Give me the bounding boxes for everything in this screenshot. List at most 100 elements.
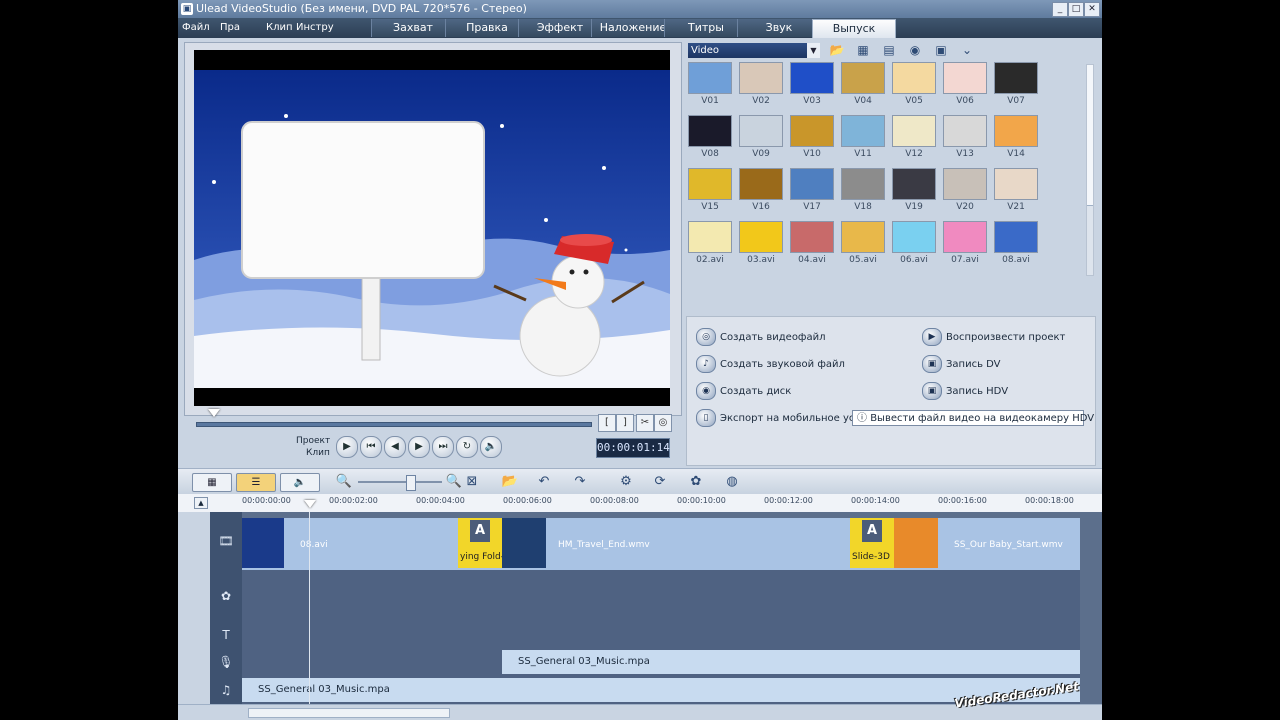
library-thumbnail[interactable]: V04 — [841, 62, 885, 108]
tab-share[interactable]: Выпуск — [812, 19, 896, 38]
library-scrollbar[interactable] — [1086, 64, 1094, 276]
library-thumbnail[interactable]: 08.avi — [994, 221, 1038, 267]
library-thumbnail[interactable]: V10 — [790, 115, 834, 161]
scrub-track[interactable] — [196, 422, 592, 427]
menu-file[interactable]: Файл — [182, 22, 210, 33]
library-category-select[interactable]: Video ▼ — [688, 43, 820, 58]
chevron-down-icon[interactable]: ▼ — [807, 43, 820, 58]
library-options-icon[interactable]: ▣ — [932, 42, 950, 59]
snapshot-button[interactable]: ◎ — [654, 414, 672, 432]
smart-proxy-icon[interactable]: ⚙ — [616, 472, 636, 492]
chapter-point-icon[interactable]: ◍ — [722, 472, 742, 492]
library-thumbnail[interactable]: V09 — [739, 115, 783, 161]
music-track-icon[interactable]: ♫ — [210, 676, 242, 705]
timeline-view-button[interactable]: ☰ — [236, 473, 276, 492]
library-thumbnail[interactable]: V11 — [841, 115, 885, 161]
library-thumbnail[interactable]: V21 — [994, 168, 1038, 214]
library-thumbnail[interactable]: V15 — [688, 168, 732, 214]
tab-effect[interactable]: Эффект — [518, 19, 601, 37]
create-audio-file-option[interactable]: ♪ Создать звуковой файл — [696, 355, 845, 373]
title-track[interactable] — [242, 622, 1080, 649]
record-dv-option[interactable]: ▣ Запись DV — [922, 355, 1001, 373]
library-thumbnail[interactable]: 04.avi — [790, 221, 834, 267]
storyboard-view-button[interactable]: ▦ — [192, 473, 232, 492]
library-thumbnail[interactable]: V16 — [739, 168, 783, 214]
next-frame-button[interactable]: ▶ — [408, 436, 430, 458]
library-scroll-thumb[interactable] — [1087, 65, 1093, 206]
maximize-button[interactable]: □ — [1068, 2, 1084, 17]
library-manager-icon[interactable]: ▦ — [854, 42, 872, 59]
library-thumbnail[interactable]: V12 — [892, 115, 936, 161]
tab-overlay[interactable]: Наложение — [591, 19, 674, 37]
insert-media-icon[interactable]: 📂 — [500, 472, 520, 492]
create-disc-option[interactable]: ◉ Создать диск — [696, 382, 791, 400]
play-button[interactable]: ▶ — [336, 436, 358, 458]
scrub-bar[interactable] — [196, 409, 592, 432]
undo-icon[interactable]: ↶ — [534, 472, 554, 492]
library-thumbnail[interactable]: V19 — [892, 168, 936, 214]
mark-out-button[interactable]: ] — [616, 414, 634, 432]
end-button[interactable]: ⏭ — [432, 436, 454, 458]
tab-audio[interactable]: Звук — [737, 19, 820, 37]
track-manager-icon[interactable]: ✿ — [686, 472, 706, 492]
repeat-button[interactable]: ↻ — [456, 436, 478, 458]
redo-icon[interactable]: ↷ — [570, 472, 590, 492]
voice-track[interactable]: SS_General 03_Music.mpa — [242, 648, 1080, 677]
library-thumbnail[interactable]: V05 — [892, 62, 936, 108]
project-mode-label[interactable]: Проект — [296, 436, 330, 446]
home-button[interactable]: ⏮ — [360, 436, 382, 458]
library-thumbnail[interactable]: V07 — [994, 62, 1038, 108]
library-thumbnail[interactable]: V01 — [688, 62, 732, 108]
video-track-icon[interactable]: 🎞 — [210, 512, 242, 571]
previous-frame-button[interactable]: ◀ — [384, 436, 406, 458]
audio-view-button[interactable]: 🔈 — [280, 473, 320, 492]
video-clip[interactable]: 08.avi — [242, 518, 458, 568]
timeline-scroll-thumb[interactable] — [248, 708, 450, 718]
library-thumbnail[interactable]: V03 — [790, 62, 834, 108]
timecode-display[interactable]: 00:00:01:14 — [596, 438, 670, 458]
library-thumbnail[interactable]: 05.avi — [841, 221, 885, 267]
cut-clip-button[interactable]: ✂ — [636, 414, 654, 432]
library-thumbnail[interactable]: V13 — [943, 115, 987, 161]
create-video-file-option[interactable]: ◎ Создать видеофайл — [696, 328, 826, 346]
tab-title[interactable]: Титры — [664, 19, 747, 37]
timeline-playhead[interactable] — [309, 512, 310, 704]
menu-clip[interactable]: Клип — [266, 22, 293, 33]
mark-in-button[interactable]: [ — [598, 414, 616, 432]
library-thumbnail[interactable]: 07.avi — [943, 221, 987, 267]
tab-edit[interactable]: Правка — [445, 19, 528, 37]
transition-clip[interactable]: A Slide-3D — [850, 518, 894, 568]
library-thumbnail[interactable]: V08 — [688, 115, 732, 161]
close-button[interactable]: ✕ — [1084, 2, 1100, 17]
fit-project-icon[interactable]: ⊠ — [462, 472, 482, 492]
voice-clip[interactable]: SS_General 03_Music.mpa — [502, 650, 1080, 674]
zoom-in-icon[interactable]: 🔍 — [444, 472, 464, 492]
batch-convert-icon[interactable]: ⟳ — [650, 472, 670, 492]
zoom-slider-handle[interactable] — [406, 475, 416, 491]
zoom-out-icon[interactable]: 🔍 — [334, 472, 354, 492]
capture-device-icon[interactable]: ◉ — [906, 42, 924, 59]
library-thumbnail[interactable]: V06 — [943, 62, 987, 108]
library-thumbnail[interactable]: V20 — [943, 168, 987, 214]
clip-mode-label[interactable]: Клип — [306, 448, 330, 458]
record-hdv-option[interactable]: ▣ Запись HDV — [922, 382, 1008, 400]
scrub-handle[interactable] — [208, 409, 220, 417]
library-thumbnail[interactable]: V17 — [790, 168, 834, 214]
thumbnail-view-icon[interactable]: ▤ — [880, 42, 898, 59]
expand-icon[interactable]: ⌄ — [958, 42, 976, 59]
menu-tools[interactable]: Инстру — [296, 22, 334, 33]
video-clip[interactable]: SS_Our Baby_Start.wmv — [894, 518, 1080, 568]
library-thumbnail[interactable]: 06.avi — [892, 221, 936, 267]
overlay-track-icon[interactable]: ✿ — [210, 570, 242, 623]
volume-button[interactable]: 🔈 — [480, 436, 502, 458]
export-mobile-option[interactable]: ▯ Экспорт на мобильное устро — [696, 409, 873, 427]
library-thumbnail[interactable]: V14 — [994, 115, 1038, 161]
zoom-slider[interactable] — [358, 481, 442, 483]
transition-clip[interactable]: A ying Fold-3 — [458, 518, 502, 568]
timeline-ruler[interactable]: ▲ 00:00:00:00 00:00:02:00 00:00:04:00 00:00… — [178, 494, 1102, 513]
title-track-icon[interactable]: T — [210, 622, 242, 649]
voice-track-icon[interactable]: 🎙 — [210, 648, 242, 677]
timeline-playhead-handle[interactable] — [304, 500, 316, 508]
open-folder-icon[interactable]: 📂 — [828, 42, 846, 59]
tab-capture[interactable]: Захват — [371, 19, 454, 37]
